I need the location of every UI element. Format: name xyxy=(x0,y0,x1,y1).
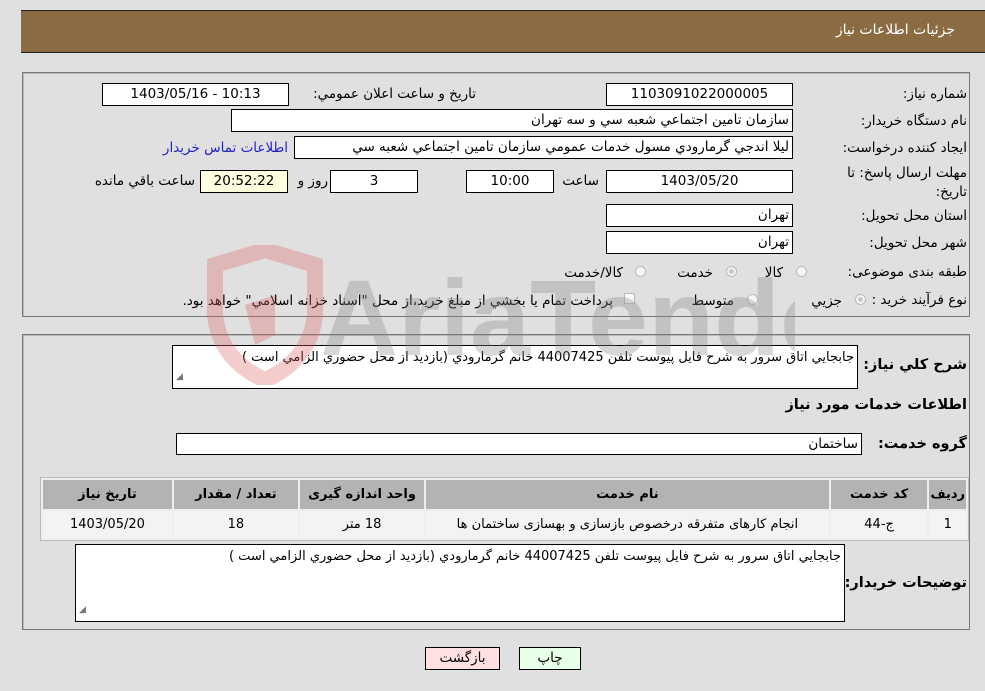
days-label: روز و xyxy=(297,173,328,189)
category-option-service: خدمت xyxy=(677,265,713,281)
treasury-note: پرداخت تمام يا بخشي از مبلغ خريد،از محل … xyxy=(182,293,613,309)
cell-row-number: 1 xyxy=(929,511,966,538)
cell-unit: 18 متر xyxy=(299,511,425,538)
table-header-row: رديف کد خدمت نام خدمت واحد اندازه گيری ت… xyxy=(43,480,966,509)
col-row-number: رديف xyxy=(929,480,966,509)
buyer-notes-text: جابجايي اتاق سرور به شرح فايل پيوست تلفن… xyxy=(228,549,841,564)
cell-need-date: 1403/05/20 xyxy=(43,511,172,538)
description-label: شرح کلي نياز: xyxy=(863,357,967,373)
col-unit: واحد اندازه گيری xyxy=(299,480,425,509)
purchase-type-label: نوع فرآيند خريد : xyxy=(871,292,967,308)
table-row: 1 ج-44 انجام کارهای متفرقه درخصوص بازساز… xyxy=(43,511,966,538)
category-option-goods-service: کالا/خدمت xyxy=(564,265,623,281)
deadline-time-field[interactable]: 10:00 xyxy=(466,170,554,193)
category-radio-service[interactable] xyxy=(726,266,737,277)
deadline-label-text: مهلت ارسال پاسخ: تا تاريخ: xyxy=(847,165,967,200)
buyer-contact-link[interactable]: اطلاعات تماس خريدار xyxy=(163,140,288,156)
buyer-org-label: نام دستگاه خريدار: xyxy=(860,113,967,129)
purchase-radio-minor[interactable] xyxy=(855,294,866,305)
service-group-label: گروه خدمت: xyxy=(877,436,967,452)
deadline-label: مهلت ارسال پاسخ: تا تاريخ: xyxy=(827,164,967,202)
buyer-notes-textarea[interactable]: جابجايي اتاق سرور به شرح فايل پيوست تلفن… xyxy=(75,544,845,622)
purchase-option-minor: جزيي xyxy=(811,293,842,309)
page-title: جزئيات اطلاعات نياز xyxy=(835,22,955,38)
category-radio-goods[interactable] xyxy=(796,266,807,277)
description-text: جابجايي اتاق سرور به شرح فايل پيوست تلفن… xyxy=(241,350,854,365)
cell-quantity: 18 xyxy=(173,511,298,538)
services-table: رديف کد خدمت نام خدمت واحد اندازه گيری ت… xyxy=(40,477,969,541)
requester-label: ايجاد کننده درخواست: xyxy=(842,140,967,156)
buyer-org-field[interactable]: سازمان تامين اجتماعي شعبه سي و سه تهران xyxy=(231,109,793,132)
col-service-code: کد خدمت xyxy=(830,480,928,509)
category-radio-goods-service[interactable] xyxy=(635,266,646,277)
city-label: شهر محل تحويل: xyxy=(869,235,967,251)
services-table-wrap: رديف کد خدمت نام خدمت واحد اندازه گيری ت… xyxy=(40,477,969,541)
time-remaining-field: 20:52:22 xyxy=(200,170,288,193)
buyer-notes-label: توضيحات خريدار: xyxy=(844,575,967,591)
days-remaining-field[interactable]: 3 xyxy=(330,170,418,193)
province-field[interactable]: تهران xyxy=(606,204,793,227)
col-quantity: تعداد / مقدار xyxy=(173,480,298,509)
purchase-radio-medium[interactable] xyxy=(747,294,758,305)
resize-grip-icon[interactable]: ◢ xyxy=(79,601,86,620)
resize-grip-icon[interactable]: ◢ xyxy=(176,368,183,387)
description-textarea[interactable]: جابجايي اتاق سرور به شرح فايل پيوست تلفن… xyxy=(172,345,858,389)
announce-datetime-label: تاريخ و ساعت اعلان عمومي: xyxy=(313,86,476,102)
deadline-time-label: ساعت xyxy=(562,173,599,189)
col-service-name: نام خدمت xyxy=(426,480,829,509)
treasury-checkbox[interactable] xyxy=(624,293,635,304)
service-group-field[interactable]: ساختمان xyxy=(176,433,862,455)
requester-field[interactable]: ليلا اندجي گرمارودي مسول خدمات عمومي ساز… xyxy=(294,136,793,159)
category-label: طبقه بندی موضوعی: xyxy=(847,264,967,280)
need-number-label: شماره نياز: xyxy=(902,86,967,102)
need-number-field[interactable]: 1103091022000005 xyxy=(606,83,793,106)
services-section-title: اطلاعات خدمات مورد نياز xyxy=(785,397,967,413)
cell-service-code: ج-44 xyxy=(830,511,928,538)
col-need-date: تاريخ نياز xyxy=(43,480,172,509)
time-remaining-label: ساعت باقي مانده xyxy=(94,173,195,189)
back-button[interactable]: بازگشت xyxy=(425,647,500,670)
purchase-option-medium: متوسط xyxy=(691,293,734,309)
city-field[interactable]: تهران xyxy=(606,231,793,254)
province-label: استان محل تحويل: xyxy=(861,208,967,224)
announce-datetime-field[interactable]: 1403/05/16 - 10:13 xyxy=(102,83,289,106)
deadline-date-field[interactable]: 1403/05/20 xyxy=(606,170,793,193)
print-button[interactable]: چاپ xyxy=(519,647,581,670)
cell-service-name: انجام کارهای متفرقه درخصوص بازسازی و بهس… xyxy=(426,511,829,538)
page-header: جزئيات اطلاعات نياز xyxy=(21,10,985,53)
category-option-goods: کالا xyxy=(764,265,783,281)
